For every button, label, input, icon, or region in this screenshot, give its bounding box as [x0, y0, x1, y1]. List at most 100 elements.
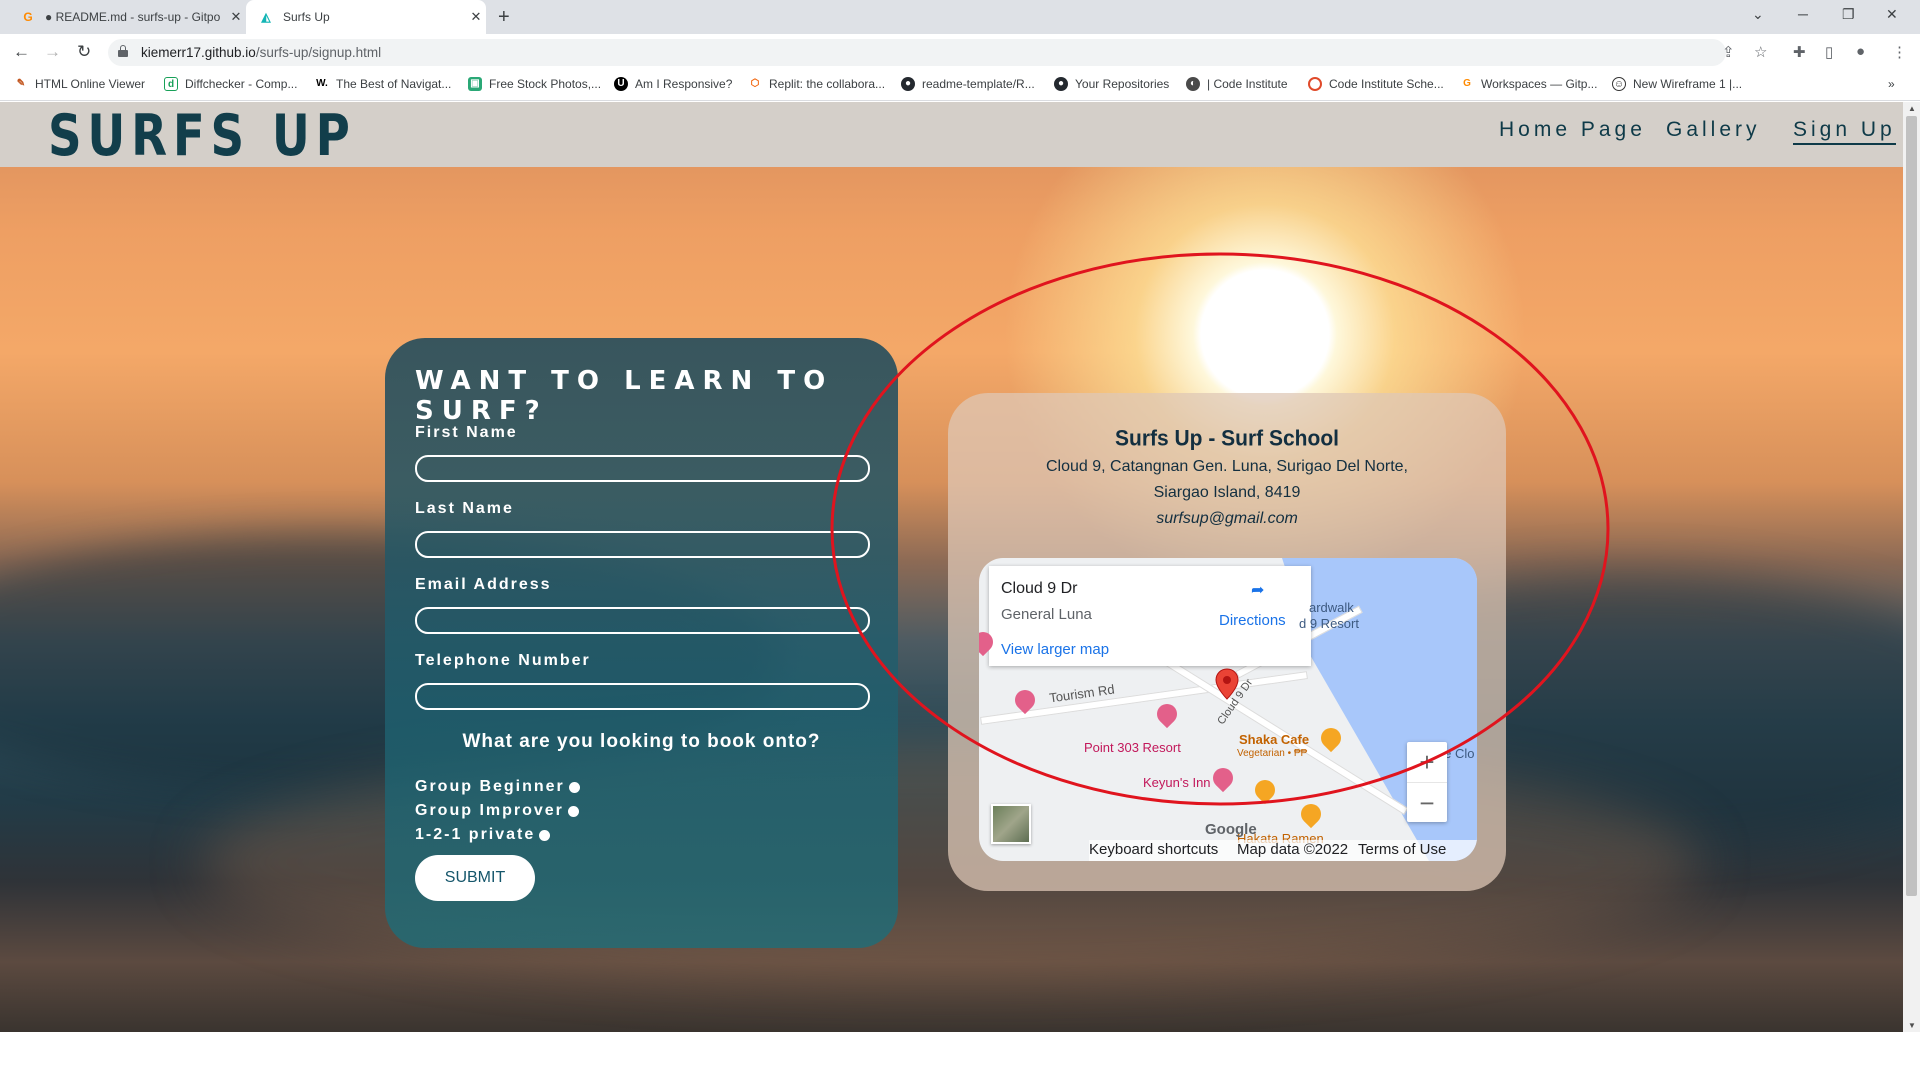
- bookmark-item[interactable]: ⬡ Replit: the collabora...: [748, 77, 885, 91]
- scrollbar-thumb[interactable]: [1906, 116, 1917, 896]
- radio-button[interactable]: [568, 781, 580, 793]
- bookmark-item[interactable]: G Workspaces — Gitp...: [1460, 77, 1597, 91]
- photo-icon: ▣: [468, 77, 482, 91]
- site-header: SURFS UP Home Page Gallery Sign Up: [0, 102, 1903, 167]
- directions-link[interactable]: Directions: [1219, 612, 1286, 629]
- minimize-icon[interactable]: ─: [1798, 6, 1808, 22]
- place-info-popup: Cloud 9 Dr General Luna View larger map …: [989, 566, 1311, 666]
- nav-gallery[interactable]: Gallery: [1666, 118, 1761, 142]
- map-label-point-303: Point 303 Resort: [1084, 740, 1181, 755]
- ci-schedule-icon: [1308, 77, 1322, 91]
- tab-surfs-up[interactable]: ◭ Surfs Up ✕: [246, 0, 486, 34]
- extensions-icon[interactable]: ✚: [1793, 43, 1806, 61]
- diffchecker-icon: d: [164, 77, 178, 91]
- map-label-resort: d 9 Resort: [1299, 616, 1359, 631]
- map-label-shaka-sub: Vegetarian • ₱₱: [1237, 748, 1308, 759]
- gitpod-icon: G: [1463, 78, 1471, 89]
- tab-search-icon[interactable]: ⌄: [1752, 6, 1764, 23]
- nav-sign-up[interactable]: Sign Up: [1793, 118, 1896, 145]
- lock-icon[interactable]: [118, 45, 128, 57]
- directions-icon[interactable]: ➦: [1251, 580, 1269, 599]
- bookmark-item[interactable]: d Diffchecker - Comp...: [164, 77, 297, 91]
- bookmark-item[interactable]: U Am I Responsive?: [614, 77, 732, 91]
- close-window-icon[interactable]: ✕: [1886, 6, 1898, 23]
- map-label-shaka-cafe: Shaka Cafe: [1239, 732, 1310, 747]
- bookmark-item[interactable]: Code Institute Sche...: [1308, 77, 1444, 91]
- first-name-input[interactable]: [415, 455, 870, 482]
- booking-question: What are you looking to book onto?: [462, 731, 821, 752]
- share-icon[interactable]: ⇪: [1722, 43, 1735, 61]
- keyboard-shortcuts-link[interactable]: Keyboard shortcuts: [1089, 841, 1218, 858]
- bookmark-item[interactable]: ▣ Free Stock Photos,...: [468, 77, 601, 91]
- terms-of-use-link[interactable]: Terms of Use: [1358, 841, 1446, 858]
- more-bookmarks-icon[interactable]: »: [1888, 77, 1895, 91]
- address-line-2: Siargao Island, 8419: [1153, 484, 1301, 501]
- zoom-in-button[interactable]: +: [1407, 742, 1447, 782]
- first-name-label: First Name: [415, 424, 518, 441]
- zoom-controls: + −: [1407, 742, 1447, 822]
- page-scrollbar[interactable]: ▲ ▼: [1903, 102, 1920, 1032]
- telephone-input[interactable]: [415, 683, 870, 710]
- restore-icon[interactable]: ❐: [1842, 6, 1855, 23]
- radio-button[interactable]: [539, 829, 551, 841]
- last-name-label: Last Name: [415, 500, 514, 517]
- tab-gitpod-readme[interactable]: G ● README.md - surfs-up - Gitpo ✕: [8, 0, 246, 34]
- close-tab-icon[interactable]: ✕: [466, 9, 486, 25]
- ui-icon: U: [614, 77, 628, 91]
- nav-home[interactable]: Home Page: [1499, 118, 1646, 142]
- poi-marker-icon[interactable]: [1152, 699, 1182, 729]
- side-panel-icon[interactable]: ▯: [1825, 43, 1833, 61]
- github-icon: ●: [901, 77, 915, 91]
- restaurant-marker-icon[interactable]: [1316, 723, 1346, 753]
- page-viewport: SURFS UP Home Page Gallery Sign Up WANT …: [0, 102, 1903, 1032]
- school-email[interactable]: surfsup@gmail.com: [948, 510, 1506, 528]
- bookmark-item[interactable]: ☺ New Wireframe 1 |...: [1612, 77, 1742, 91]
- bookmark-item[interactable]: ◐ | Code Institute: [1186, 77, 1288, 91]
- radio-button[interactable]: [567, 805, 579, 817]
- place-subtitle: General Luna: [1001, 606, 1092, 623]
- ci-icon: ◐: [1186, 77, 1200, 91]
- menu-icon[interactable]: ⋮: [1892, 43, 1907, 61]
- last-name-input[interactable]: [415, 531, 870, 558]
- scroll-up-icon[interactable]: ▲: [1908, 104, 1916, 113]
- site-logo[interactable]: SURFS UP: [48, 105, 356, 167]
- map-label-keyuns-inn: Keyun's Inn: [1143, 775, 1211, 790]
- bookmark-star-icon[interactable]: ☆: [1754, 43, 1767, 61]
- surf-logo-icon: ◭: [261, 10, 271, 24]
- new-tab-icon[interactable]: +: [498, 6, 510, 28]
- option-private[interactable]: 1-2-1 private: [415, 826, 551, 844]
- bookmark-item[interactable]: ✎ HTML Online Viewer: [14, 77, 145, 91]
- embedded-map[interactable]: Cloud 9 Dr General Luna View larger map …: [979, 558, 1477, 861]
- submit-button[interactable]: SUBMIT: [415, 855, 535, 901]
- pencil-icon: ✎: [16, 78, 26, 89]
- telephone-label: Telephone Number: [415, 652, 591, 669]
- profile-icon[interactable]: ●: [1856, 43, 1865, 60]
- satellite-toggle[interactable]: [991, 804, 1031, 844]
- bookmark-item[interactable]: ● Your Repositories: [1054, 77, 1169, 91]
- option-group-improver[interactable]: Group Improver: [415, 802, 579, 820]
- url-text[interactable]: kiemerr17.github.io/surfs-up/signup.html: [141, 45, 381, 60]
- zoom-out-button[interactable]: −: [1407, 782, 1447, 822]
- view-larger-map-link[interactable]: View larger map: [1001, 641, 1109, 658]
- close-tab-icon[interactable]: ✕: [226, 9, 246, 25]
- map-footer: Keyboard shortcuts Map data ©2022 Terms …: [1089, 840, 1477, 861]
- restaurant-marker-icon[interactable]: [1296, 799, 1326, 829]
- google-logo: Google: [1205, 821, 1257, 838]
- location-pin-icon[interactable]: [1214, 668, 1240, 700]
- hotel-marker-icon[interactable]: [1208, 763, 1238, 793]
- email-label: Email Address: [415, 576, 552, 593]
- bookmark-item[interactable]: ● readme-template/R...: [901, 77, 1035, 91]
- reload-icon[interactable]: ↻: [77, 42, 91, 62]
- email-input[interactable]: [415, 607, 870, 634]
- back-icon[interactable]: ←: [13, 42, 30, 62]
- gitpod-icon: G: [23, 10, 33, 24]
- address-line-1: Cloud 9, Catangnan Gen. Luna, Surigao De…: [1045, 458, 1408, 475]
- map-label-boardwalk: ardwalk: [1309, 600, 1354, 615]
- option-group-beginner[interactable]: Group Beginner: [415, 778, 580, 796]
- w-icon: W.: [316, 78, 328, 89]
- restaurant-marker-icon[interactable]: [1250, 775, 1280, 805]
- forward-icon[interactable]: →: [44, 42, 61, 62]
- map-data-text: Map data ©2022: [1237, 841, 1349, 858]
- bookmark-item[interactable]: W. The Best of Navigat...: [315, 77, 451, 91]
- scroll-down-icon[interactable]: ▼: [1908, 1021, 1916, 1030]
